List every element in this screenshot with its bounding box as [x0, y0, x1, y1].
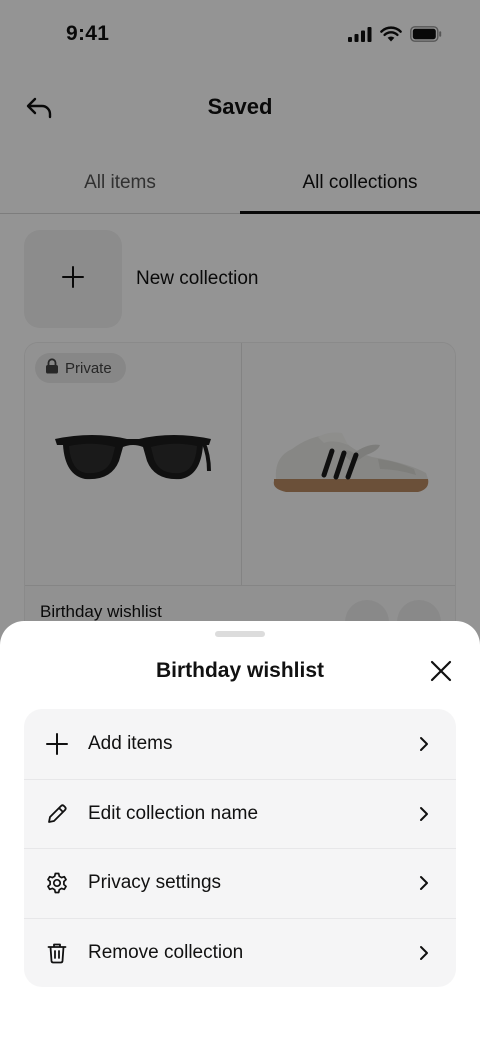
- close-button[interactable]: [426, 658, 456, 688]
- menu-item-privacy-settings[interactable]: Privacy settings: [24, 848, 456, 918]
- bottom-sheet: Birthday wishlist Add items Edit collect…: [0, 621, 480, 1040]
- menu-item-label: Privacy settings: [88, 872, 222, 894]
- trash-icon: [44, 940, 70, 966]
- menu-item-edit-collection-name[interactable]: Edit collection name: [24, 778, 456, 849]
- close-icon: [429, 659, 453, 688]
- sheet-grabber[interactable]: [215, 631, 265, 637]
- pencil-icon: [44, 801, 70, 827]
- menu-item-remove-collection[interactable]: Remove collection: [24, 917, 456, 988]
- screen: 9:41 Saved All items All collections New…: [0, 0, 480, 1040]
- plus-icon: [44, 731, 70, 757]
- menu-item-label: Add items: [88, 732, 173, 754]
- sheet-menu: Add items Edit collection name Privacy s…: [24, 709, 456, 987]
- gear-icon: [44, 870, 70, 896]
- menu-item-label: Edit collection name: [88, 802, 259, 824]
- menu-item-label: Remove collection: [88, 941, 244, 963]
- chevron-right-icon: [416, 806, 432, 822]
- sheet-title: Birthday wishlist: [155, 659, 325, 682]
- menu-item-add-items[interactable]: Add items: [24, 709, 456, 779]
- chevron-right-icon: [416, 875, 432, 891]
- chevron-right-icon: [416, 945, 432, 961]
- chevron-right-icon: [416, 736, 432, 752]
